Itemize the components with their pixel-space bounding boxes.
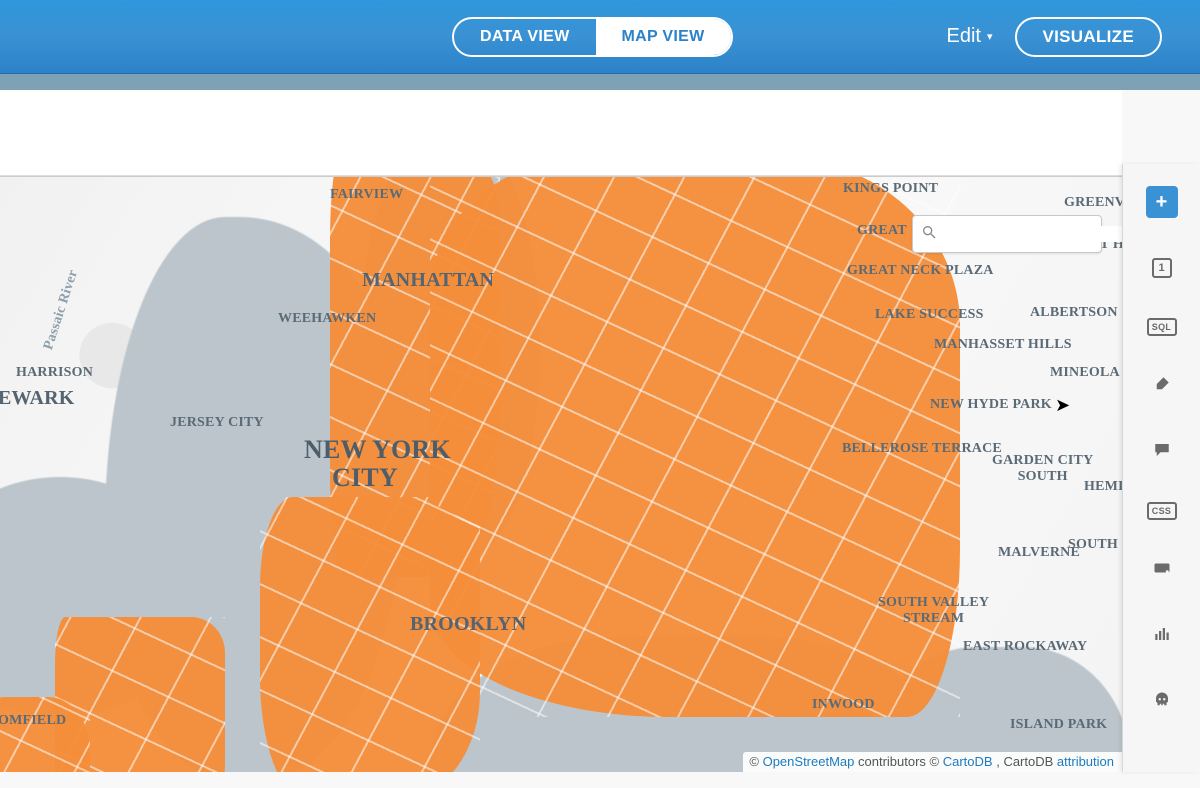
legend-icon [1153, 559, 1171, 582]
skull-icon [1153, 691, 1171, 714]
label-nyc-2: CITY [332, 465, 398, 491]
bars-icon [1153, 625, 1171, 648]
table-header-strip [0, 90, 1122, 176]
layer-number-badge: 1 [1152, 258, 1172, 278]
label-manhattan: MANHATTAN [362, 269, 494, 292]
label-mineola: MINEOLA [1050, 365, 1120, 381]
add-layer-button[interactable]: + [1146, 186, 1178, 218]
label-harrison: HARRISON [16, 365, 93, 381]
label-nyc-1: NEW YORK [304, 437, 451, 463]
top-bar: DATA VIEW MAP VIEW Edit ▾ VISUALIZE [0, 0, 1200, 74]
search-icon [921, 224, 937, 245]
infowindow-button[interactable] [1146, 436, 1178, 468]
label-new-hyde-park: NEW HYDE PARK [930, 397, 1052, 413]
map-canvas[interactable]: FAIRVIEW MANHATTAN WEEHAWKEN Passaic Riv… [0, 176, 1122, 772]
label-south: SOUTH [1068, 537, 1118, 553]
sql-panel-button[interactable]: SQL [1147, 318, 1177, 336]
label-ewark: EWARK [0, 387, 75, 410]
filters-button[interactable] [1146, 620, 1178, 652]
wizard-brush-button[interactable] [1146, 370, 1178, 402]
label-brooklyn: BROOKLYN [410, 613, 526, 636]
edit-label: Edit [947, 25, 981, 48]
label-great-neck-plaza: GREAT NECK PLAZA [847, 263, 994, 279]
edit-dropdown[interactable]: Edit ▾ [947, 25, 993, 48]
legends-button[interactable] [1146, 554, 1178, 586]
cartocss-button[interactable]: CSS [1147, 502, 1177, 520]
data-view-tab[interactable]: DATA VIEW [454, 19, 596, 55]
layer-1-button[interactable]: 1 [1146, 252, 1178, 284]
speech-bubble-icon [1153, 441, 1171, 464]
map-view-tab[interactable]: MAP VIEW [596, 19, 731, 55]
label-hemp: HEMI [1084, 479, 1122, 495]
view-toggle: DATA VIEW MAP VIEW [452, 17, 733, 57]
label-omfield: OMFIELD [0, 713, 66, 729]
caret-down-icon: ▾ [987, 30, 993, 43]
label-jersey-city: JERSEY CITY [170, 415, 264, 431]
cartodb-link[interactable]: CartoDB [943, 754, 993, 769]
label-greenv: GREENV [1064, 195, 1122, 211]
label-weehawken: WEEHAWKEN [278, 311, 376, 327]
label-great: GREAT [857, 223, 907, 239]
label-manhasset-hills: MANHASSET HILLS [934, 337, 1072, 353]
cursor-icon: ➤ [1055, 395, 1070, 416]
label-inwood: INWOOD [812, 697, 875, 713]
label-bellerose-terrace: BELLEROSE TERRACE [842, 441, 1002, 457]
attribution-link[interactable]: attribution [1057, 754, 1114, 769]
osm-link[interactable]: OpenStreetMap [763, 754, 855, 769]
map-search-box[interactable] [912, 215, 1102, 253]
options-skull-button[interactable] [1146, 686, 1178, 718]
label-south-valley-stream: SOUTH VALLEY STREAM [878, 595, 989, 627]
map-attribution: © OpenStreetMap contributors © CartoDB ,… [743, 752, 1122, 772]
plus-icon: + [1156, 191, 1168, 214]
label-fairview: FAIRVIEW [330, 187, 403, 203]
map-search-input[interactable] [943, 226, 1122, 242]
brush-icon [1153, 375, 1171, 398]
label-island-park: ISLAND PARK [1010, 717, 1107, 733]
label-kings-point: KINGS POINT [843, 181, 938, 197]
tool-rail: + 1 SQL CSS [1122, 164, 1200, 772]
label-albertson: ALBERTSON [1030, 305, 1118, 321]
label-garden-city-south: GARDEN CITY SOUTH [992, 453, 1093, 485]
label-lake-success: LAKE SUCCESS [875, 307, 984, 323]
visualize-button[interactable]: VISUALIZE [1015, 17, 1163, 57]
label-east-rockaway: EAST ROCKAWAY [963, 639, 1087, 655]
